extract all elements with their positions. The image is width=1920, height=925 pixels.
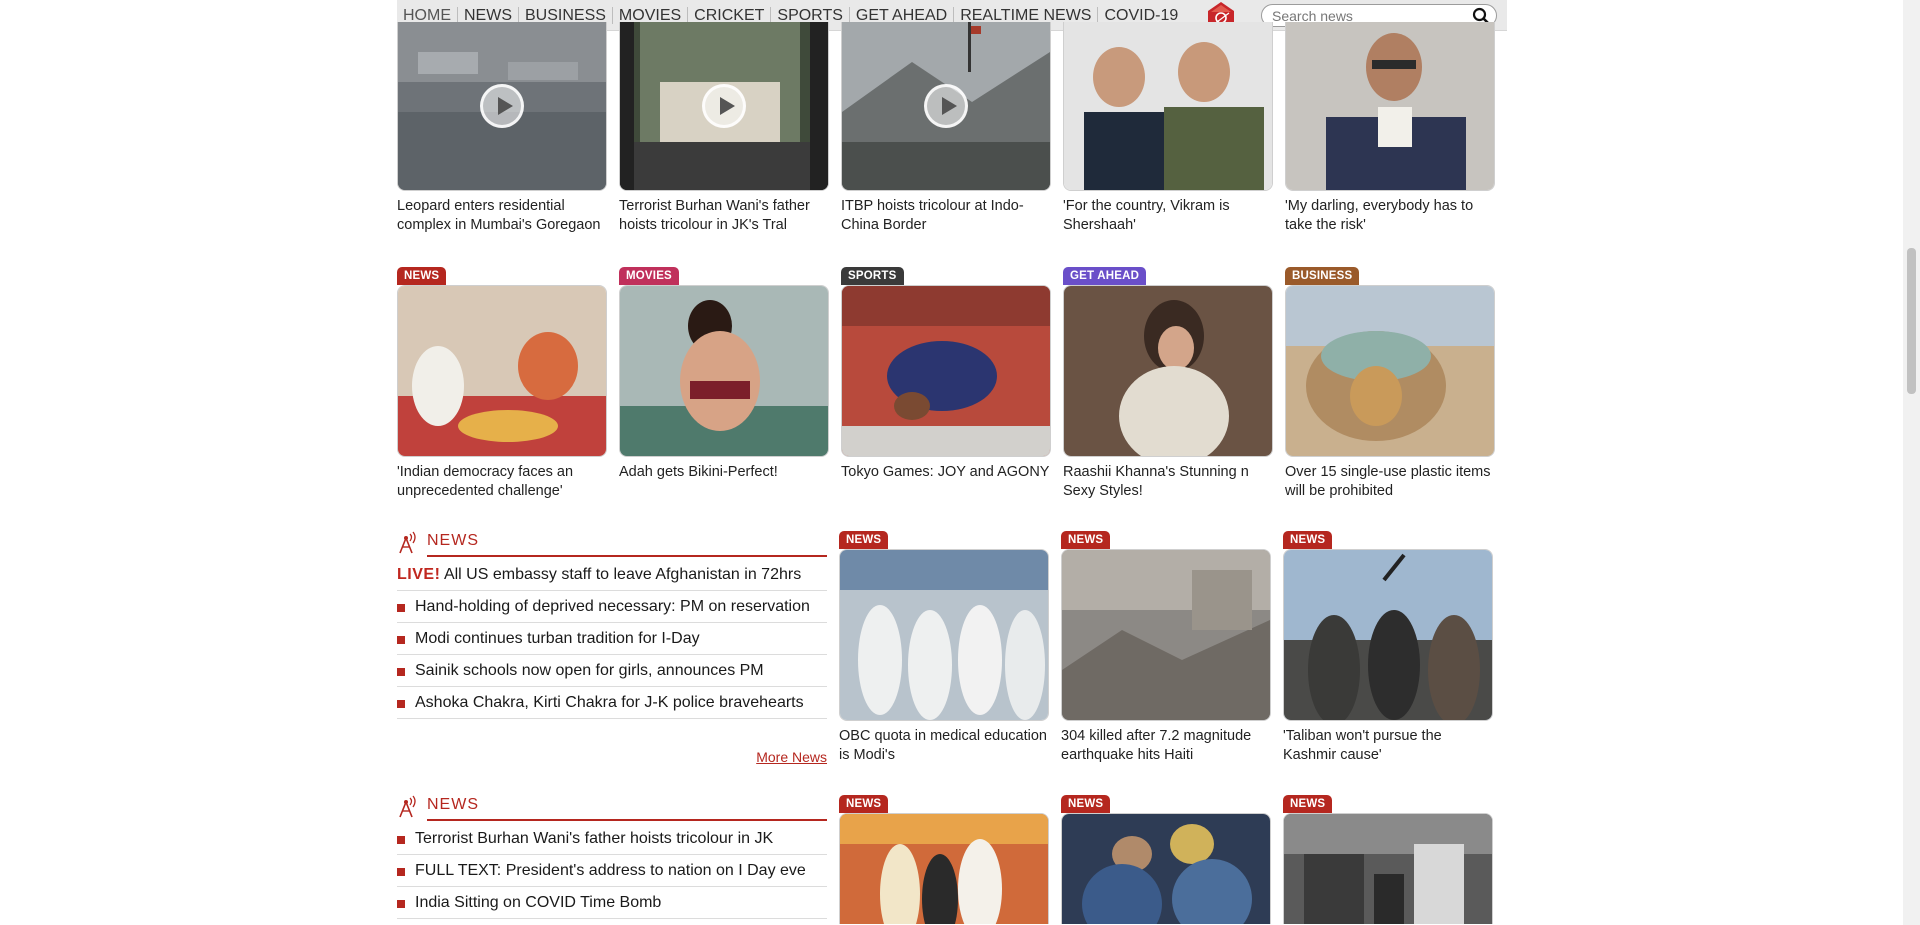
feature-card[interactable]: GET AHEAD Raashii Khanna's Stunning n Se… xyxy=(1063,267,1273,501)
play-icon[interactable] xyxy=(702,84,746,128)
category-tag[interactable]: NEWS xyxy=(1283,795,1333,813)
list-item[interactable]: Terrorist Burhan Wani's father hoists tr… xyxy=(397,823,827,855)
bullet-icon xyxy=(397,668,405,676)
more-news-link[interactable]: More News xyxy=(756,749,827,765)
list-item[interactable]: Ashoka Chakra, Kirti Chakra for J-K poli… xyxy=(397,687,827,719)
panel-title[interactable]: NEWS xyxy=(427,532,479,550)
bullet-icon xyxy=(397,700,405,708)
feature-caption[interactable]: Adah gets Bikini-Perfect! xyxy=(619,463,829,482)
feature-thumbnail[interactable] xyxy=(841,285,1051,457)
bullet-icon xyxy=(397,836,405,844)
panel-header: NEWS xyxy=(397,792,827,821)
video-thumbnail[interactable] xyxy=(1063,22,1273,191)
category-tag[interactable]: GET AHEAD xyxy=(1063,267,1147,285)
scrollbar-thumb[interactable] xyxy=(1907,248,1916,394)
news-card[interactable]: NEWS xyxy=(1283,795,1493,924)
feature-caption[interactable]: Tokyo Games: JOY and AGONY xyxy=(841,463,1051,482)
video-thumbnail[interactable] xyxy=(1285,22,1495,191)
news-caption[interactable]: 'Taliban won't pursue the Kashmir cause' xyxy=(1283,727,1493,765)
list-item-headline[interactable]: Modi continues turban tradition for I-Da… xyxy=(415,623,700,655)
video-thumbnail[interactable] xyxy=(397,22,607,191)
video-caption[interactable]: Terrorist Burhan Wani's father hoists tr… xyxy=(619,197,829,235)
feature-thumbnail[interactable] xyxy=(1063,285,1273,457)
page-scrollbar[interactable] xyxy=(1903,0,1920,925)
list-item[interactable]: India Sitting on COVID Time Bomb xyxy=(397,887,827,919)
news-card[interactable]: NEWS 304 killed after 7.2 magnitude eart… xyxy=(1061,531,1271,765)
video-card[interactable]: 'My darling, everybody has to take the r… xyxy=(1285,22,1495,235)
bullet-icon xyxy=(397,868,405,876)
video-thumbnail[interactable] xyxy=(619,22,829,191)
panel-title[interactable]: NEWS xyxy=(427,796,479,814)
news-thumbnail[interactable] xyxy=(1061,549,1271,721)
news-caption[interactable]: OBC quota in medical education is Modi's xyxy=(839,727,1049,765)
live-news-item[interactable]: LIVE! All US embassy staff to leave Afgh… xyxy=(397,559,827,591)
video-caption[interactable]: Leopard enters residential complex in Mu… xyxy=(397,197,607,235)
video-caption[interactable]: 'For the country, Vikram is Shershaah' xyxy=(1063,197,1273,235)
list-item[interactable]: Modi continues turban tradition for I-Da… xyxy=(397,623,827,655)
bullet-icon xyxy=(397,636,405,644)
category-tag[interactable]: NEWS xyxy=(1061,531,1111,549)
feature-caption[interactable]: 'Indian democracy faces an unprecedented… xyxy=(397,463,607,501)
video-thumbnail[interactable] xyxy=(841,22,1051,191)
news-card[interactable]: NEWS xyxy=(1061,795,1271,924)
news-caption[interactable]: 304 killed after 7.2 magnitude earthquak… xyxy=(1061,727,1271,765)
feature-card[interactable]: SPORTS Tokyo Games: JOY and AGONY xyxy=(841,267,1051,482)
category-tag[interactable]: NEWS xyxy=(1061,795,1111,813)
feature-card[interactable]: NEWS 'Indian democracy faces an unpreced… xyxy=(397,267,607,501)
news-list-panel: NEWS Terrorist Burhan Wani's father hois… xyxy=(397,792,827,919)
category-tag[interactable]: NEWS xyxy=(397,267,447,285)
news-card[interactable]: NEWS xyxy=(839,795,1049,924)
feature-thumbnail[interactable] xyxy=(1285,285,1495,457)
list-item-headline[interactable]: Ashoka Chakra, Kirti Chakra for J-K poli… xyxy=(415,687,804,719)
video-card[interactable]: Terrorist Burhan Wani's father hoists tr… xyxy=(619,22,829,235)
panel-divider xyxy=(427,555,827,557)
list-item[interactable]: Sainik schools now open for girls, annou… xyxy=(397,655,827,687)
antenna-icon xyxy=(397,794,419,818)
live-label: LIVE! xyxy=(397,566,441,583)
list-item-headline[interactable]: Sainik schools now open for girls, annou… xyxy=(415,655,764,687)
list-item-headline[interactable]: FULL TEXT: President's address to nation… xyxy=(415,855,806,887)
live-headline[interactable]: All US embassy staff to leave Afghanista… xyxy=(444,566,801,583)
news-thumbnail[interactable] xyxy=(1061,813,1271,924)
category-tag[interactable]: NEWS xyxy=(839,531,889,549)
bullet-icon xyxy=(397,604,405,612)
list-item[interactable]: Hand-holding of deprived necessary: PM o… xyxy=(397,591,827,623)
feature-card[interactable]: BUSINESS Over 15 single-use plastic item… xyxy=(1285,267,1495,501)
list-item-headline[interactable]: Terrorist Burhan Wani's father hoists tr… xyxy=(415,823,773,855)
category-tag[interactable]: MOVIES xyxy=(619,267,679,285)
panel-header: NEWS xyxy=(397,528,827,557)
news-thumbnail[interactable] xyxy=(839,549,1049,721)
video-card[interactable]: ITBP hoists tricolour at Indo-China Bord… xyxy=(841,22,1051,235)
list-item-headline[interactable]: Hand-holding of deprived necessary: PM o… xyxy=(415,591,810,623)
feature-thumbnail[interactable] xyxy=(397,285,607,457)
news-thumbnail[interactable] xyxy=(1283,549,1493,721)
news-card[interactable]: NEWS 'Taliban won't pursue the Kashmir c… xyxy=(1283,531,1493,765)
feature-caption[interactable]: Raashii Khanna's Stunning n Sexy Styles! xyxy=(1063,463,1273,501)
list-item[interactable]: FULL TEXT: President's address to nation… xyxy=(397,855,827,887)
news-thumbnail[interactable] xyxy=(839,813,1049,924)
video-caption[interactable]: 'My darling, everybody has to take the r… xyxy=(1285,197,1495,235)
play-icon[interactable] xyxy=(480,84,524,128)
news-thumbnail[interactable] xyxy=(1283,813,1493,924)
category-tag[interactable]: NEWS xyxy=(1283,531,1333,549)
feature-card[interactable]: MOVIES Adah gets Bikini-Perfect! xyxy=(619,267,829,482)
video-card[interactable]: Leopard enters residential complex in Mu… xyxy=(397,22,607,235)
category-tag[interactable]: SPORTS xyxy=(841,267,904,285)
antenna-icon xyxy=(397,530,419,554)
feature-caption[interactable]: Over 15 single-use plastic items will be… xyxy=(1285,463,1495,501)
video-card[interactable]: 'For the country, Vikram is Shershaah' xyxy=(1063,22,1273,235)
list-item-headline[interactable]: India Sitting on COVID Time Bomb xyxy=(415,887,661,919)
video-caption[interactable]: ITBP hoists tricolour at Indo-China Bord… xyxy=(841,197,1051,235)
category-tag[interactable]: NEWS xyxy=(839,795,889,813)
bullet-icon xyxy=(397,900,405,908)
feature-thumbnail[interactable] xyxy=(619,285,829,457)
news-list-panel: NEWS LIVE! All US embassy staff to leave… xyxy=(397,528,827,765)
panel-divider xyxy=(427,819,827,821)
play-icon[interactable] xyxy=(924,84,968,128)
news-card[interactable]: NEWS OBC quota in medical education is M… xyxy=(839,531,1049,765)
category-tag[interactable]: BUSINESS xyxy=(1285,267,1360,285)
